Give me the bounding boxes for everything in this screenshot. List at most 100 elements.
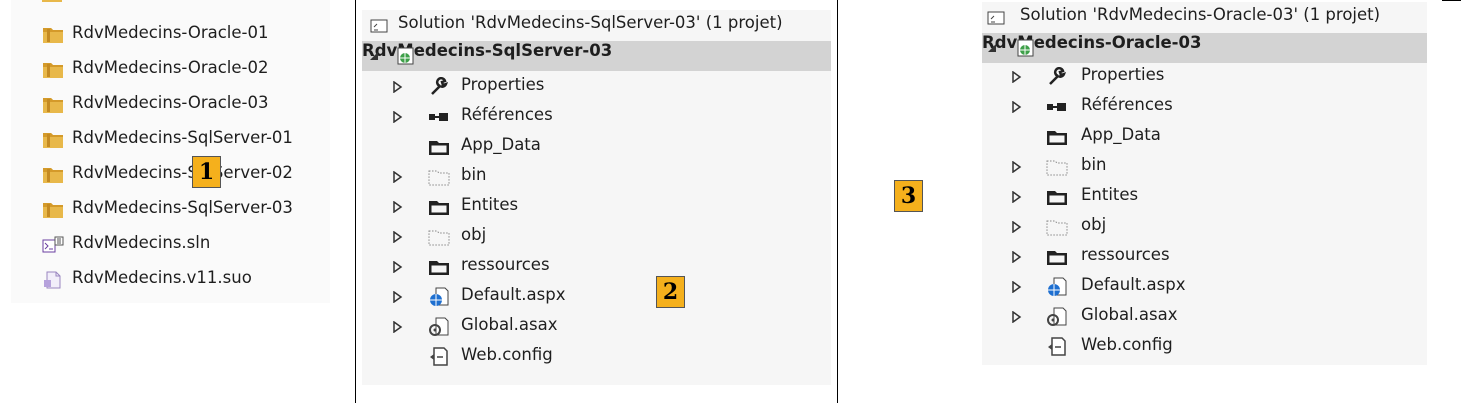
dotted-folder-icon [1046, 160, 1068, 176]
tree-node-default-aspx[interactable]: Default.aspx [362, 282, 831, 312]
folder-icon [42, 0, 62, 2]
folder-icon [429, 201, 449, 215]
solution-label: Solution 'RdvMedecins-Oracle-03' (1 proj… [1020, 5, 1381, 24]
tree-node-bin[interactable]: bin [982, 152, 1427, 182]
web-project-icon [397, 47, 414, 65]
wrench-icon [431, 77, 449, 95]
tree-node-properties[interactable]: Properties [982, 62, 1427, 92]
tree-node-global-asax[interactable]: Global.asax [362, 312, 831, 342]
list-item-label: RdvMedecins.sln [72, 233, 211, 252]
config-file-icon [430, 347, 448, 366]
collapsed-arrow-icon[interactable] [1012, 281, 1022, 293]
solution-node[interactable]: Solution 'RdvMedecins-Oracle-03' (1 proj… [982, 2, 1427, 32]
solution-label: Solution 'RdvMedecins-SqlServer-03' (1 p… [398, 13, 783, 32]
marker-1: 1 [192, 156, 221, 188]
folder-icon [43, 98, 63, 113]
tree-node-label: Références [461, 105, 553, 124]
collapsed-arrow-icon[interactable] [1012, 71, 1022, 83]
separator-right [837, 0, 838, 403]
tree-node-web-config[interactable]: Web.config [362, 342, 831, 372]
tree-node-bin[interactable]: bin [362, 162, 831, 192]
collapsed-arrow-icon[interactable] [393, 261, 403, 273]
list-item-label: RdvMedecins-SqlServer-02 [72, 163, 293, 182]
folder-icon [429, 261, 449, 275]
collapsed-arrow-icon[interactable] [1012, 251, 1022, 263]
separator-left [355, 0, 356, 403]
project-label: RdvMedecins-Oracle-03 [982, 33, 1202, 52]
tree-node-app-data[interactable]: App_Data [982, 122, 1427, 152]
tree-node-label: Default.aspx [461, 285, 566, 304]
folder-icon [1047, 251, 1067, 265]
tree-node-references[interactable]: Références [362, 102, 831, 132]
tree-node-label: Entites [1081, 185, 1139, 204]
solution-explorer-oracle: Solution 'RdvMedecins-Oracle-03' (1 proj… [982, 2, 1427, 365]
references-icon [1047, 103, 1066, 111]
marker-3: 3 [894, 180, 923, 212]
collapsed-arrow-icon[interactable] [1012, 311, 1022, 323]
tree-node-label: App_Data [461, 135, 541, 154]
list-item-label: RdvMedecins-Oracle-03 [72, 93, 269, 112]
folder-icon [1047, 131, 1067, 145]
tree-node-label: Entites [461, 195, 519, 214]
web-project-icon [1017, 39, 1034, 57]
tree-node-label: Properties [461, 75, 545, 94]
project-node[interactable]: RdvMedecins-Oracle-03 [982, 33, 1427, 63]
tree-node-ressources[interactable]: ressources [362, 252, 831, 282]
solution-node[interactable]: Solution 'RdvMedecins-SqlServer-03' (1 p… [362, 10, 831, 40]
tree-node-obj[interactable]: obj [982, 212, 1427, 242]
folder-icon [1047, 191, 1067, 205]
list-item-label: RdvMedecins-Oracle-01 [72, 23, 269, 42]
tree-node-references[interactable]: Références [982, 92, 1427, 122]
collapsed-arrow-icon[interactable] [1012, 101, 1022, 113]
solution-explorer-sqlserver: Solution 'RdvMedecins-SqlServer-03' (1 p… [362, 10, 831, 385]
list-item-label: RdvMedecins-SqlServer-01 [72, 128, 293, 147]
collapsed-arrow-icon[interactable] [1012, 221, 1022, 233]
tree-node-label: Web.config [1081, 335, 1173, 354]
dotted-folder-icon [1046, 220, 1068, 236]
expanded-arrow-icon[interactable] [987, 43, 997, 53]
tree-node-web-config[interactable]: Web.config [982, 332, 1427, 362]
tree-node-default-aspx[interactable]: Default.aspx [982, 272, 1427, 302]
aspx-page-icon [430, 287, 449, 306]
collapsed-arrow-icon[interactable] [393, 171, 403, 183]
collapsed-arrow-icon[interactable] [393, 291, 403, 303]
list-item-label: RdvMedecins-SqlServer-03 [72, 198, 293, 217]
solution-file-icon [42, 236, 64, 253]
wrench-icon [1049, 67, 1067, 85]
folder-icon [43, 133, 63, 148]
top-border-right [1442, 0, 1461, 1]
tree-node-label: Global.asax [461, 315, 558, 334]
project-node[interactable]: RdvMedecins-SqlServer-03 [362, 41, 831, 71]
tree-node-properties[interactable]: Properties [362, 72, 831, 102]
solution-icon [370, 19, 388, 33]
tree-node-entites[interactable]: Entites [982, 182, 1427, 212]
tree-node-ressources[interactable]: ressources [982, 242, 1427, 272]
asax-gear-icon [429, 317, 449, 336]
tree-node-label: Références [1081, 95, 1173, 114]
folder-icon [429, 141, 449, 155]
references-icon [429, 113, 448, 121]
tree-node-label: Web.config [461, 345, 553, 364]
dotted-folder-icon [428, 230, 450, 246]
tree-node-label: bin [1081, 155, 1107, 174]
folder-icon [43, 63, 63, 78]
tree-node-global-asax[interactable]: Global.asax [982, 302, 1427, 332]
tree-node-entites[interactable]: Entites [362, 192, 831, 222]
aspx-page-icon [1048, 277, 1067, 296]
collapsed-arrow-icon[interactable] [393, 81, 403, 93]
folder-icon [43, 203, 63, 218]
collapsed-arrow-icon[interactable] [1012, 161, 1022, 173]
tree-node-obj[interactable]: obj [362, 222, 831, 252]
tree-node-label: App_Data [1081, 125, 1161, 144]
collapsed-arrow-icon[interactable] [393, 111, 403, 123]
collapsed-arrow-icon[interactable] [393, 201, 403, 213]
folder-icon [43, 168, 63, 183]
tree-node-label: Default.aspx [1081, 275, 1186, 294]
tree-node-app-data[interactable]: App_Data [362, 132, 831, 162]
expanded-arrow-icon[interactable] [369, 51, 379, 61]
tree-node-label: ressources [461, 255, 550, 274]
tree-node-label: obj [461, 225, 487, 244]
collapsed-arrow-icon[interactable] [393, 321, 403, 333]
collapsed-arrow-icon[interactable] [1012, 191, 1022, 203]
collapsed-arrow-icon[interactable] [393, 231, 403, 243]
